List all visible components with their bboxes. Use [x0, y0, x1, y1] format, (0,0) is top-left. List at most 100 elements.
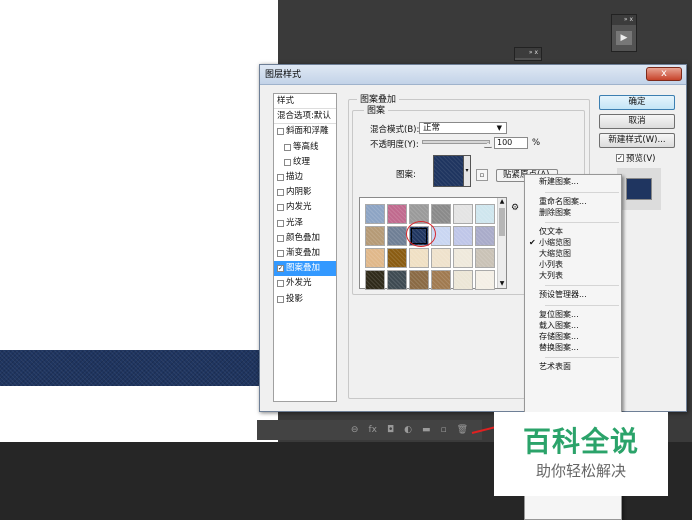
style-checkbox[interactable]: [277, 219, 284, 227]
menu-item[interactable]: 删除图案: [525, 208, 621, 219]
style-checkbox[interactable]: [277, 234, 284, 242]
fx-icon[interactable]: fx: [368, 425, 377, 435]
style-item[interactable]: 等高线: [274, 140, 336, 155]
pattern-swatch[interactable]: [475, 270, 495, 290]
menu-item[interactable]: 复位图案...: [525, 310, 621, 321]
opacity-input[interactable]: 100: [494, 137, 528, 149]
style-item[interactable]: 纹理: [274, 155, 336, 170]
style-item[interactable]: 描边: [274, 170, 336, 185]
style-checkbox[interactable]: [277, 189, 284, 197]
menu-item-label: 存储图案...: [539, 331, 579, 341]
menu-item[interactable]: 重命名图案...: [525, 197, 621, 208]
style-checkbox[interactable]: [277, 280, 284, 288]
menu-item[interactable]: 大列表: [525, 271, 621, 282]
style-checkbox[interactable]: [277, 128, 284, 136]
menu-item[interactable]: 载入图案...: [525, 321, 621, 332]
style-item[interactable]: 内发光: [274, 200, 336, 215]
new-layer-icon[interactable]: ▫: [440, 425, 446, 435]
pattern-swatch[interactable]: [387, 226, 407, 246]
panel-collapse-bar[interactable]: » x: [612, 15, 636, 25]
pattern-swatch[interactable]: [475, 204, 495, 224]
menu-item[interactable]: 预设管理器...: [525, 290, 621, 301]
menu-item[interactable]: 新建图案...: [525, 177, 621, 188]
style-checkbox[interactable]: [284, 158, 291, 166]
pattern-swatch[interactable]: [365, 204, 385, 224]
style-checkbox[interactable]: ✓: [277, 265, 284, 273]
collapsed-panel[interactable]: » x: [514, 47, 542, 61]
style-item[interactable]: 内阴影: [274, 185, 336, 200]
pattern-swatch[interactable]: [387, 204, 407, 224]
menu-item[interactable]: 存储图案...: [525, 332, 621, 343]
pattern-swatch[interactable]: [431, 248, 451, 268]
pattern-swatch[interactable]: [453, 270, 473, 290]
pattern-swatch[interactable]: [475, 226, 495, 246]
picker-scrollbar[interactable]: ▲ ▼: [497, 198, 506, 288]
pattern-swatch[interactable]: [453, 248, 473, 268]
close-button[interactable]: x: [646, 67, 682, 81]
panel-collapse-bar[interactable]: » x: [515, 48, 541, 58]
opacity-slider[interactable]: [422, 140, 490, 144]
style-item[interactable]: 光泽: [274, 216, 336, 231]
annotation-circle: [406, 221, 436, 247]
pattern-swatch[interactable]: [409, 248, 429, 268]
pattern-swatch[interactable]: [475, 248, 495, 268]
style-checkbox[interactable]: [277, 249, 284, 257]
trash-icon[interactable]: 🗑: [457, 425, 468, 435]
pattern-swatch[interactable]: [365, 248, 385, 268]
style-checkbox[interactable]: [277, 295, 284, 303]
pattern-swatch[interactable]: [453, 226, 473, 246]
ok-button[interactable]: 确定: [599, 95, 675, 110]
style-checkbox[interactable]: [277, 174, 284, 182]
menu-item[interactable]: 艺术表面: [525, 362, 621, 373]
pattern-swatch[interactable]: [387, 248, 407, 268]
preview-checkbox[interactable]: ✓ 预览(V): [616, 152, 655, 164]
menu-item[interactable]: 小列表: [525, 260, 621, 271]
new-style-button[interactable]: 新建样式(W)...: [599, 133, 675, 148]
mask-icon[interactable]: ◘: [387, 425, 394, 435]
pattern-dropdown-arrow[interactable]: ▾: [463, 155, 471, 187]
pattern-swatch[interactable]: [409, 270, 429, 290]
dialog-titlebar[interactable]: 图层样式 x: [260, 65, 686, 85]
watermark: 百科全说 助你轻松解决: [494, 412, 668, 496]
menu-item[interactable]: 仅文本: [525, 227, 621, 238]
style-list: 样式 混合选项:默认 斜面和浮雕 等高线 纹理 描边 内阴影 内发光 光泽 颜色叠加 渐变叠加 ✓ 图案…: [273, 93, 337, 402]
style-item[interactable]: 样式: [274, 94, 336, 110]
play-icon[interactable]: ▶: [616, 31, 632, 45]
style-item[interactable]: 斜面和浮雕: [274, 124, 336, 139]
style-item[interactable]: 外发光: [274, 276, 336, 291]
menu-item[interactable]: 大缩览图: [525, 249, 621, 260]
menu-item[interactable]: [525, 384, 621, 395]
blend-mode-select[interactable]: 正常 ▼: [419, 122, 507, 134]
scroll-down-icon[interactable]: ▼: [498, 280, 506, 288]
style-item[interactable]: 颜色叠加: [274, 231, 336, 246]
style-item[interactable]: ✓ 图案叠加: [274, 261, 336, 277]
folder-icon[interactable]: ▬: [422, 425, 431, 435]
menu-item-label: 仅文本: [539, 227, 563, 237]
cancel-button[interactable]: 取消: [599, 114, 675, 129]
menu-item[interactable]: ✔ 小缩览图: [525, 238, 621, 249]
scroll-thumb[interactable]: [499, 208, 505, 236]
adjustment-icon[interactable]: ◐: [404, 425, 412, 435]
checkmark-icon: ✔: [529, 238, 536, 248]
style-item-label: 图案叠加: [286, 263, 321, 274]
style-checkbox[interactable]: [284, 143, 291, 151]
new-preset-icon[interactable]: ▫: [476, 169, 488, 181]
menu-item[interactable]: [525, 395, 621, 406]
pattern-preview-swatch[interactable]: [433, 155, 465, 187]
pattern-swatch[interactable]: [453, 204, 473, 224]
link-icon[interactable]: ⊖: [351, 425, 359, 435]
menu-item[interactable]: 替换图案...: [525, 343, 621, 354]
style-item[interactable]: 渐变叠加: [274, 246, 336, 261]
gear-icon[interactable]: ⚙: [511, 203, 519, 213]
pattern-swatch[interactable]: [365, 226, 385, 246]
pattern-swatch[interactable]: [431, 204, 451, 224]
pattern-swatch[interactable]: [431, 270, 451, 290]
pattern-swatch[interactable]: [387, 270, 407, 290]
actions-mini-panel[interactable]: » x ▶: [611, 14, 637, 52]
style-item[interactable]: 混合选项:默认: [274, 109, 336, 125]
style-item[interactable]: 投影: [274, 291, 336, 306]
scroll-up-icon[interactable]: ▲: [498, 198, 506, 206]
style-checkbox[interactable]: [277, 204, 284, 212]
pattern-swatch[interactable]: [365, 270, 385, 290]
menu-item[interactable]: [525, 373, 621, 384]
